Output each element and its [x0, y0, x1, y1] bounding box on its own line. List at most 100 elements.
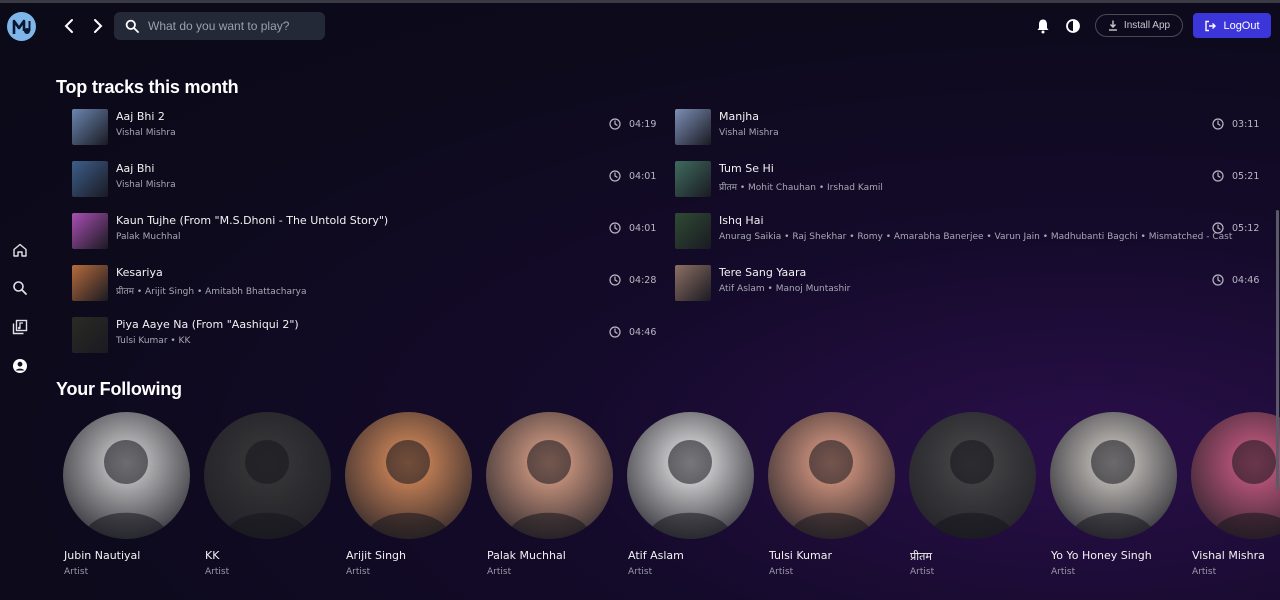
profile-icon [13, 359, 27, 373]
artist-avatar[interactable] [204, 412, 331, 539]
sidebar-profile[interactable] [12, 358, 28, 374]
artist-card[interactable]: Yo Yo Honey Singh Artist [1050, 412, 1180, 577]
artist-avatar[interactable] [627, 412, 754, 539]
notifications-button[interactable] [1035, 18, 1051, 34]
artist-card[interactable]: KK Artist [204, 412, 334, 577]
bell-icon [1037, 19, 1049, 34]
track-artist[interactable]: Anurag Saikia • Raj Shekhar • Romy • Ama… [719, 232, 1232, 242]
track-cover-image [675, 213, 711, 249]
track-title[interactable]: Ishq Hai [719, 214, 764, 227]
download-icon [1108, 20, 1117, 31]
track-cover-image [72, 265, 108, 301]
artist-name[interactable]: Vishal Mishra [1192, 549, 1265, 562]
person-silhouette-icon [506, 440, 592, 539]
sidebar-library[interactable] [12, 319, 28, 335]
logout-button[interactable]: LogOut [1193, 13, 1271, 38]
sidebar-search[interactable] [12, 280, 28, 296]
artist-role: Artist [769, 567, 794, 577]
track-row[interactable]: Kesariya प्रीतम • Arijit Singh • Amitabh … [72, 262, 659, 304]
artist-card[interactable]: Vishal Mishra Artist [1191, 412, 1280, 577]
artist-name[interactable]: Atif Aslam [628, 549, 684, 562]
artist-name[interactable]: Tulsi Kumar [769, 549, 832, 562]
track-artist[interactable]: Vishal Mishra [116, 180, 176, 190]
artist-card[interactable]: Jubin Nautiyal Artist [63, 412, 193, 577]
track-artist[interactable]: Atif Aslam • Manoj Muntashir [719, 284, 850, 294]
artist-name[interactable]: Arijit Singh [346, 549, 406, 562]
track-duration-value: 04:28 [629, 274, 657, 286]
track-artist[interactable]: Vishal Mishra [116, 128, 176, 138]
library-icon [12, 319, 28, 335]
artist-avatar[interactable] [1191, 412, 1280, 539]
artist-card[interactable]: Arijit Singh Artist [345, 412, 475, 577]
artist-avatar[interactable] [768, 412, 895, 539]
scrollbar[interactable] [1276, 210, 1279, 490]
track-duration-value: 04:46 [1232, 274, 1260, 286]
person-silhouette-icon [647, 440, 733, 539]
artist-name[interactable]: Jubin Nautiyal [64, 549, 140, 562]
app-logo[interactable] [7, 12, 36, 41]
artist-avatar[interactable] [909, 412, 1036, 539]
sidebar-home[interactable] [12, 242, 28, 258]
track-row[interactable]: Kaun Tujhe (From "M.S.Dhoni - The Untold… [72, 210, 659, 252]
track-title[interactable]: Manjha [719, 110, 759, 123]
track-artist[interactable]: प्रीतम • Arijit Singh • Amitabh Bhattach… [116, 284, 307, 297]
artist-name[interactable]: प्रीतम [910, 549, 932, 564]
track-cover-image [72, 109, 108, 145]
track-row[interactable]: Aaj Bhi 2 Vishal Mishra 04:19 [72, 106, 659, 148]
track-artist[interactable]: Tulsi Kumar • KK [116, 336, 190, 346]
track-title[interactable]: Kesariya [116, 266, 163, 279]
back-button[interactable] [61, 17, 77, 35]
track-row[interactable]: Aaj Bhi Vishal Mishra 04:01 [72, 158, 659, 200]
track-row[interactable]: Piya Aaye Na (From "Aashiqui 2") Tulsi Ku… [72, 314, 659, 356]
track-duration-value: 05:21 [1232, 170, 1260, 182]
artist-name[interactable]: Yo Yo Honey Singh [1051, 549, 1152, 562]
track-duration-value: 04:46 [629, 326, 657, 338]
track-row[interactable]: Ishq Hai Anurag Saikia • Raj Shekhar • Ro… [675, 210, 1262, 252]
artist-avatar[interactable] [1050, 412, 1177, 539]
artist-avatar[interactable] [486, 412, 613, 539]
contrast-icon [1066, 19, 1080, 33]
track-row[interactable]: Tum Se Hi प्रीतम • Mohit Chauhan • Irshad… [675, 158, 1262, 200]
artist-role: Artist [628, 567, 653, 577]
clock-icon [1212, 222, 1224, 234]
artist-role: Artist [1051, 567, 1076, 577]
artist-avatar[interactable] [63, 412, 190, 539]
artist-card[interactable]: Palak Muchhal Artist [486, 412, 616, 577]
track-duration-value: 04:19 [629, 118, 657, 130]
person-silhouette-icon [224, 440, 310, 539]
install-app-button[interactable]: Install App [1095, 14, 1183, 37]
artist-card[interactable]: प्रीतम Artist [909, 412, 1039, 577]
artist-name[interactable]: KK [205, 549, 219, 562]
music-logo-icon [12, 19, 30, 34]
artist-name[interactable]: Palak Muchhal [487, 549, 566, 562]
person-silhouette-icon [1070, 440, 1156, 539]
artist-card[interactable]: Atif Aslam Artist [627, 412, 757, 577]
theme-toggle-button[interactable] [1065, 18, 1081, 34]
track-title[interactable]: Piya Aaye Na (From "Aashiqui 2") [116, 318, 299, 331]
logout-label: LogOut [1223, 19, 1260, 32]
search-icon [13, 281, 27, 295]
artist-role: Artist [910, 567, 935, 577]
track-artist[interactable]: Palak Muchhal [116, 232, 180, 242]
track-row[interactable]: Tere Sang Yaara Atif Aslam • Manoj Muntas… [675, 262, 1262, 304]
track-duration: 04:01 [609, 170, 656, 182]
artist-avatar[interactable] [345, 412, 472, 539]
track-title[interactable]: Tere Sang Yaara [719, 266, 806, 279]
track-row[interactable]: Manjha Vishal Mishra 03:11 [675, 106, 1262, 148]
forward-button[interactable] [90, 17, 106, 35]
clock-icon [1212, 118, 1224, 130]
track-artist[interactable]: Vishal Mishra [719, 128, 779, 138]
track-title[interactable]: Kaun Tujhe (From "M.S.Dhoni - The Untold… [116, 214, 388, 227]
track-title[interactable]: Aaj Bhi [116, 162, 154, 175]
track-cover-image [675, 265, 711, 301]
track-title[interactable]: Tum Se Hi [719, 162, 774, 175]
chevron-right-icon [94, 19, 103, 33]
top-tracks-heading: Top tracks this month [56, 77, 239, 97]
search-bar[interactable] [114, 12, 325, 40]
track-title[interactable]: Aaj Bhi 2 [116, 110, 165, 123]
search-input[interactable] [146, 18, 320, 34]
artist-card[interactable]: Tulsi Kumar Artist [768, 412, 898, 577]
track-cover-image [72, 213, 108, 249]
person-silhouette-icon [365, 440, 451, 539]
track-artist[interactable]: प्रीतम • Mohit Chauhan • Irshad Kamil [719, 180, 883, 193]
